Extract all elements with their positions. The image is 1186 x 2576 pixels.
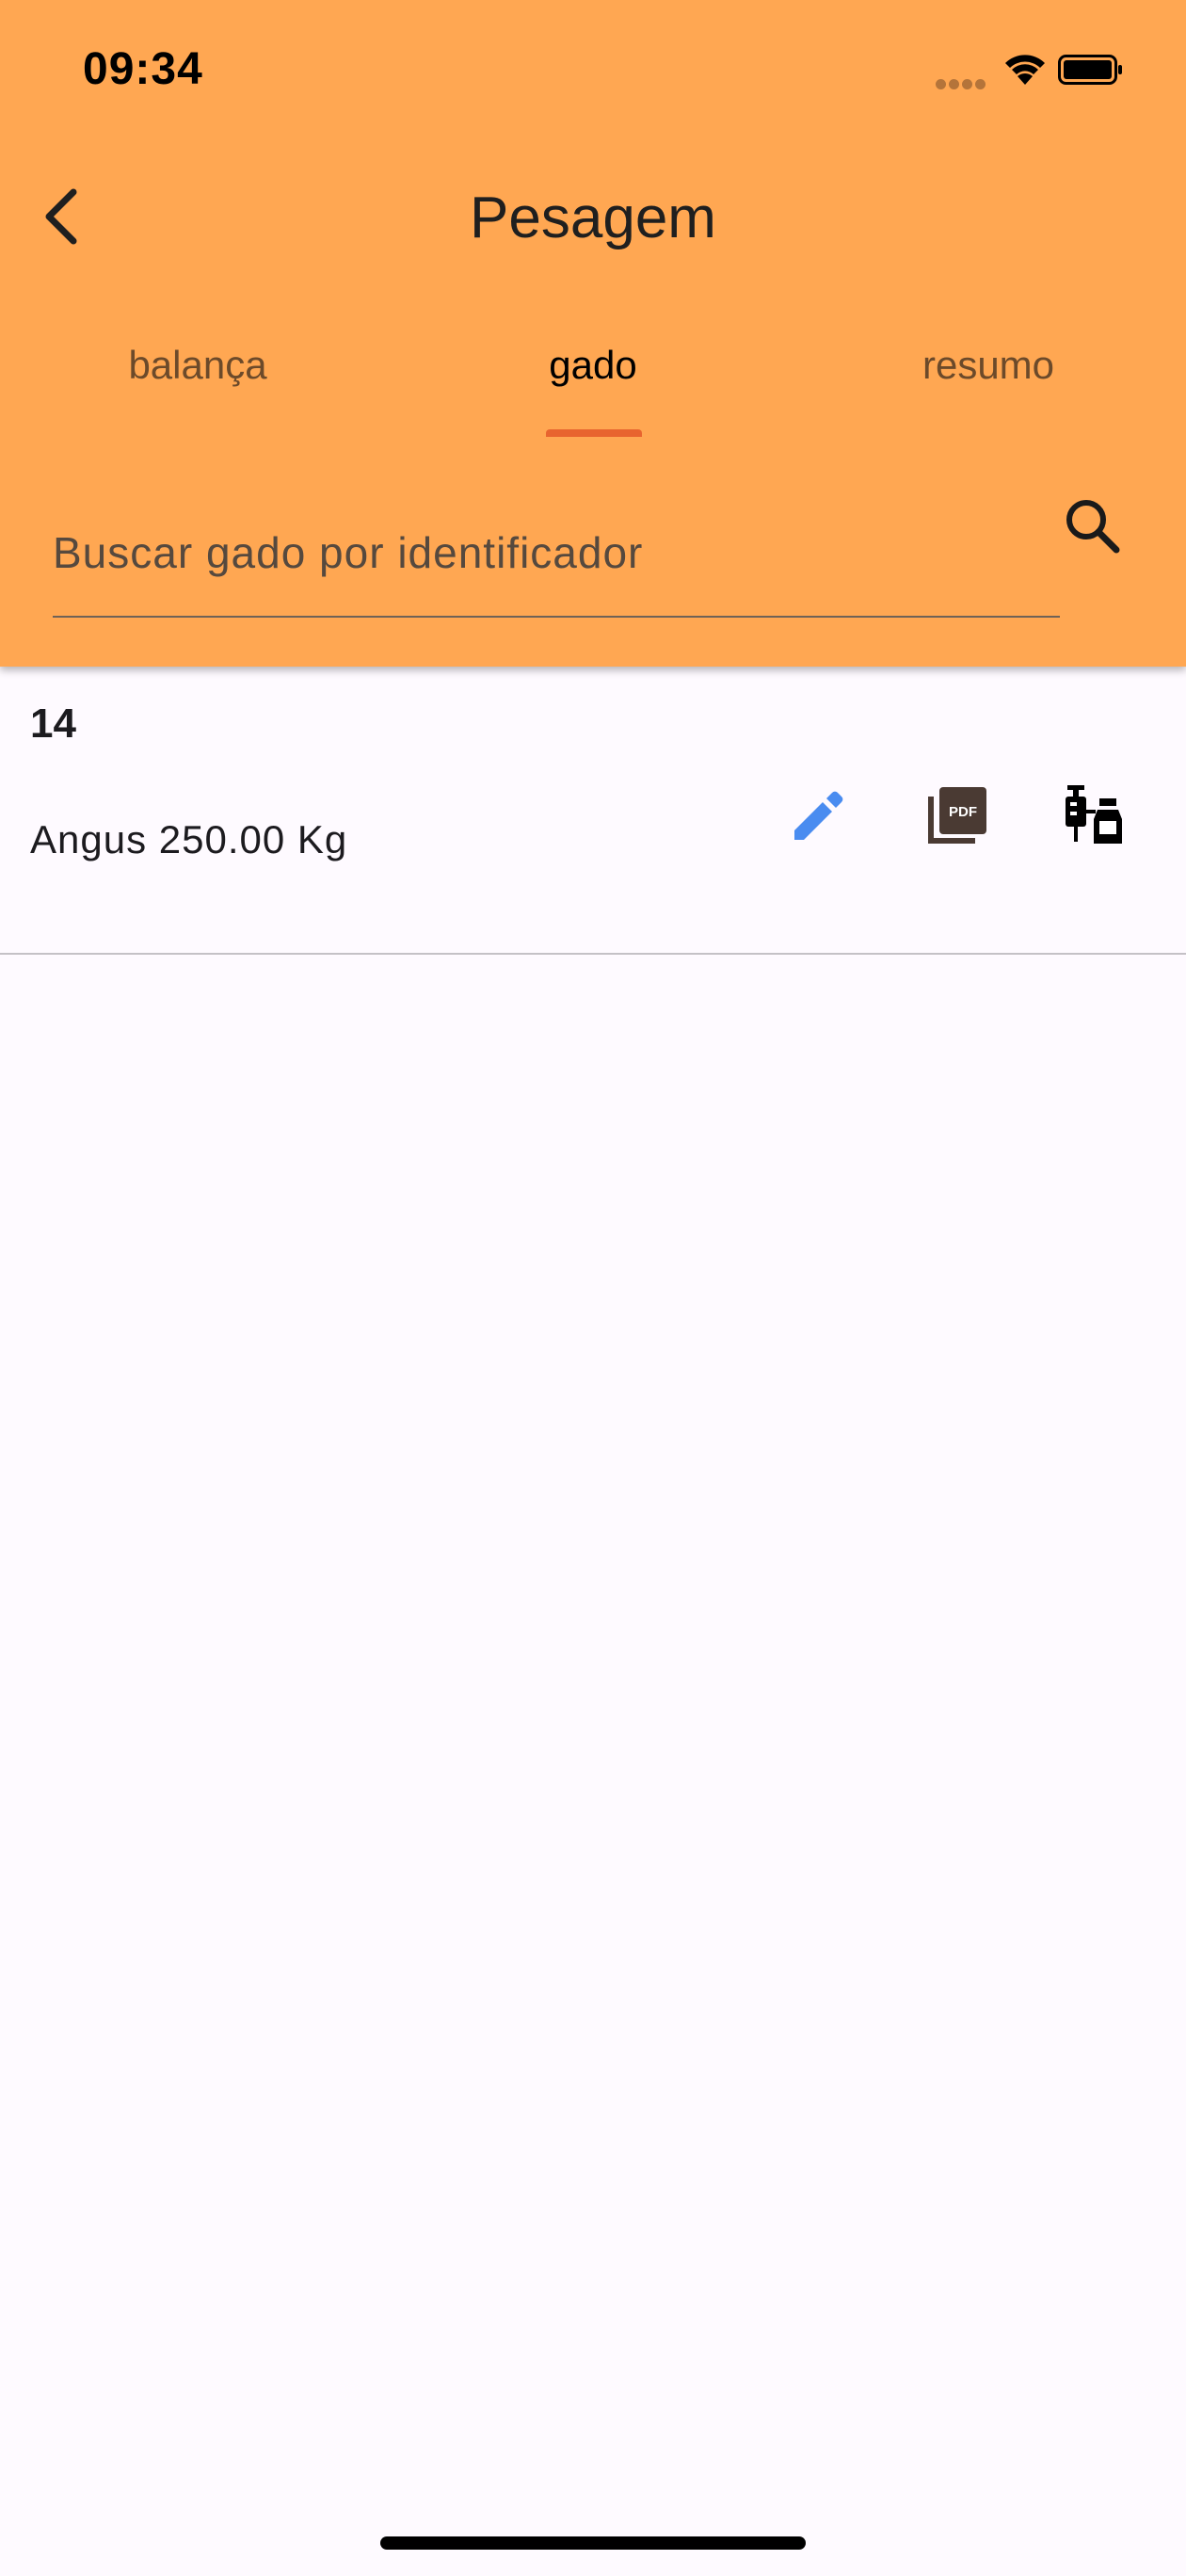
app-header: 09:34 Pesagem balança gado resumo — [0, 0, 1186, 667]
battery-icon — [1058, 55, 1122, 85]
tab-resumo[interactable]: resumo — [791, 320, 1186, 433]
search-input[interactable] — [53, 490, 1060, 618]
status-icons — [936, 49, 1137, 89]
tab-gado[interactable]: gado — [395, 320, 791, 433]
vaccines-icon[interactable] — [1056, 778, 1131, 853]
search-icon[interactable] — [1060, 493, 1126, 559]
status-time: 09:34 — [83, 44, 203, 94]
list-item[interactable]: 14 Angus 250.00 Kg PDF — [0, 667, 1186, 955]
search-field — [53, 490, 1060, 618]
tab-balanca[interactable]: balança — [0, 320, 395, 433]
page-title: Pesagem — [470, 185, 716, 250]
wifi-icon — [1005, 55, 1045, 85]
tab-bar: balança gado resumo — [0, 320, 1186, 443]
picture-as-pdf-icon[interactable]: PDF — [919, 778, 994, 853]
tab-indicator — [546, 429, 642, 437]
cattle-id: 14 — [30, 700, 76, 747]
home-indicator — [380, 2536, 806, 2550]
cattle-details: Angus 250.00 Kg — [30, 817, 348, 861]
svg-text:PDF: PDF — [949, 804, 977, 820]
edit-icon[interactable] — [781, 778, 857, 853]
cellular-signal-icon — [936, 77, 992, 89]
